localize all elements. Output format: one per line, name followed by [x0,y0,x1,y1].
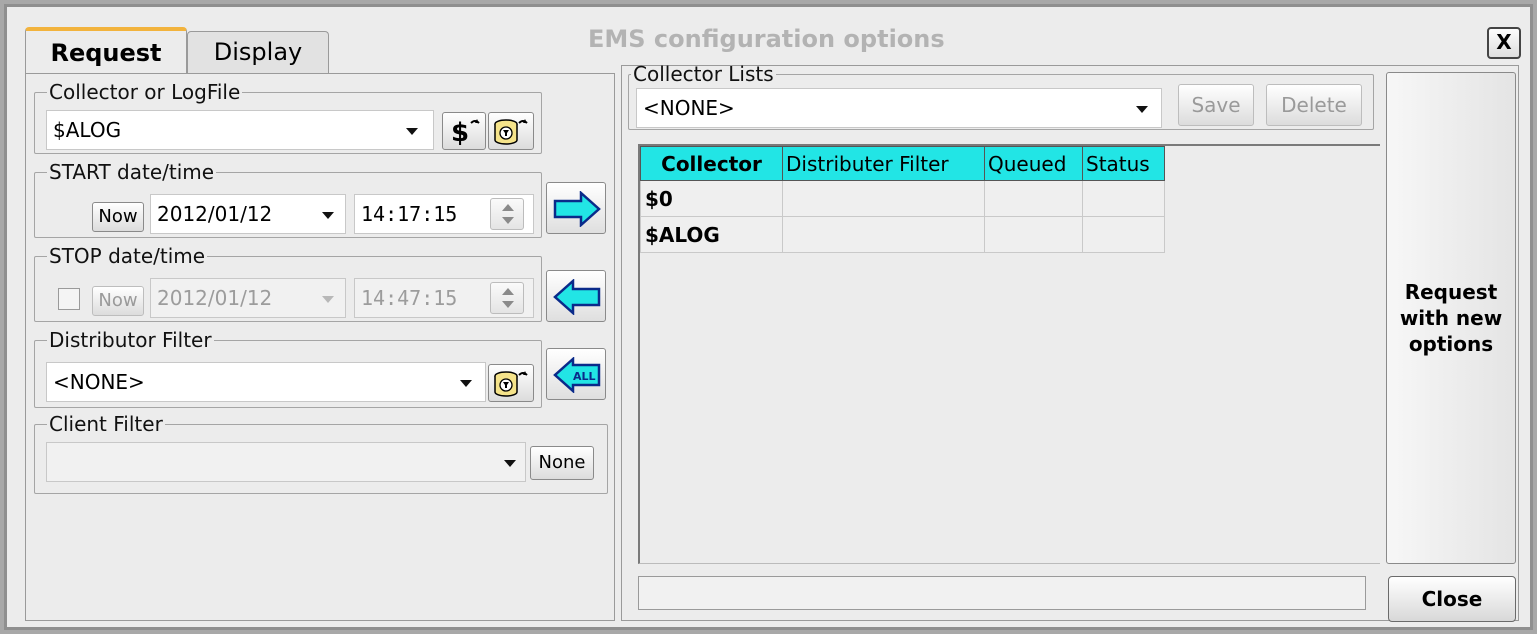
dollar-icon: $ [451,118,480,148]
database-filter-icon [494,119,528,145]
start-legend: START date/time [49,160,215,184]
request-panel: Collector or LogFile $ALOG $ START date/… [25,73,615,621]
collector-lists-legend: Collector Lists [633,62,774,86]
table-header-row: Collector Distributer Filter Queued Stat… [640,146,1165,181]
col-header-queued[interactable]: Queued [984,146,1083,181]
cell-queued[interactable] [984,180,1083,217]
collector-legend: Collector or LogFile [49,80,241,104]
arrow-right-icon [553,191,601,227]
window-close-button[interactable]: X [1487,27,1521,59]
distributor-legend: Distributor Filter [49,328,212,352]
client-select[interactable] [46,442,526,482]
client-none-button[interactable]: None [530,446,594,480]
start-date-select[interactable]: 2012/01/12 [150,194,346,234]
cell-filter[interactable] [782,216,985,253]
collector-dropdown-icon[interactable] [406,128,418,135]
start-date-dropdown-icon[interactable] [322,212,334,219]
stop-time-spinner[interactable] [490,282,524,314]
ems-config-window: EMS configuration options X Display Requ… [4,4,1533,630]
tab-display[interactable]: Display [187,31,329,73]
distributor-dropdown-icon[interactable] [460,380,472,387]
arrow-left-all-icon: ALL [553,357,601,393]
distributor-database-button[interactable] [488,364,534,402]
svg-text:ALL: ALL [573,370,596,383]
collector-lists-select[interactable]: <NONE> [636,88,1162,128]
stop-date-dropdown-icon[interactable] [322,296,334,303]
col-header-collector[interactable]: Collector [640,146,783,181]
table-row[interactable]: $ALOG [640,216,1165,253]
svg-text:$: $ [451,118,469,148]
client-dropdown-icon[interactable] [504,460,516,467]
stop-legend: STOP date/time [49,244,206,268]
copy-all-button[interactable]: ALL [546,348,606,400]
close-button[interactable]: Close [1388,576,1516,622]
collector-select[interactable]: $ALOG [46,110,434,150]
status-bar [638,576,1366,610]
collector-lists-panel: Collector Lists <NONE> Save Delete Colle… [621,62,1519,622]
cell-collector[interactable]: $0 [640,180,783,217]
collector-grid: Collector Distributer Filter Queued Stat… [638,144,1380,564]
arrow-left-icon [553,279,601,315]
request-with-new-options-button[interactable]: Request with new options [1386,72,1516,564]
copy-start-button[interactable] [546,182,606,234]
collector-dollar-button[interactable]: $ [442,112,486,150]
cell-queued[interactable] [984,216,1083,253]
cell-collector[interactable]: $ALOG [640,216,783,253]
distributor-select[interactable]: <NONE> [46,362,486,402]
col-header-distributer-filter[interactable]: Distributer Filter [782,146,985,181]
stop-date-select[interactable]: 2012/01/12 [150,278,346,318]
col-header-status[interactable]: Status [1082,146,1165,181]
start-now-button[interactable]: Now [92,202,144,232]
cell-status[interactable] [1082,180,1165,217]
start-time-spinner[interactable] [490,198,524,230]
stop-now-button[interactable]: Now [92,286,144,316]
stop-enable-checkbox[interactable] [58,288,80,310]
collector-lists-delete-button[interactable]: Delete [1266,84,1362,126]
copy-stop-button[interactable] [546,270,606,322]
database-filter-icon [494,371,528,397]
collector-table: Collector Distributer Filter Queued Stat… [640,146,1165,253]
tab-request[interactable]: Request [25,27,187,73]
cell-filter[interactable] [782,180,985,217]
collector-lists-dropdown-icon[interactable] [1136,106,1148,113]
collector-lists-save-button[interactable]: Save [1178,84,1254,126]
window-title: EMS configuration options [588,25,945,53]
table-row[interactable]: $0 [640,180,1165,217]
collector-database-button[interactable] [488,112,534,150]
client-legend: Client Filter [49,412,163,436]
cell-status[interactable] [1082,216,1165,253]
